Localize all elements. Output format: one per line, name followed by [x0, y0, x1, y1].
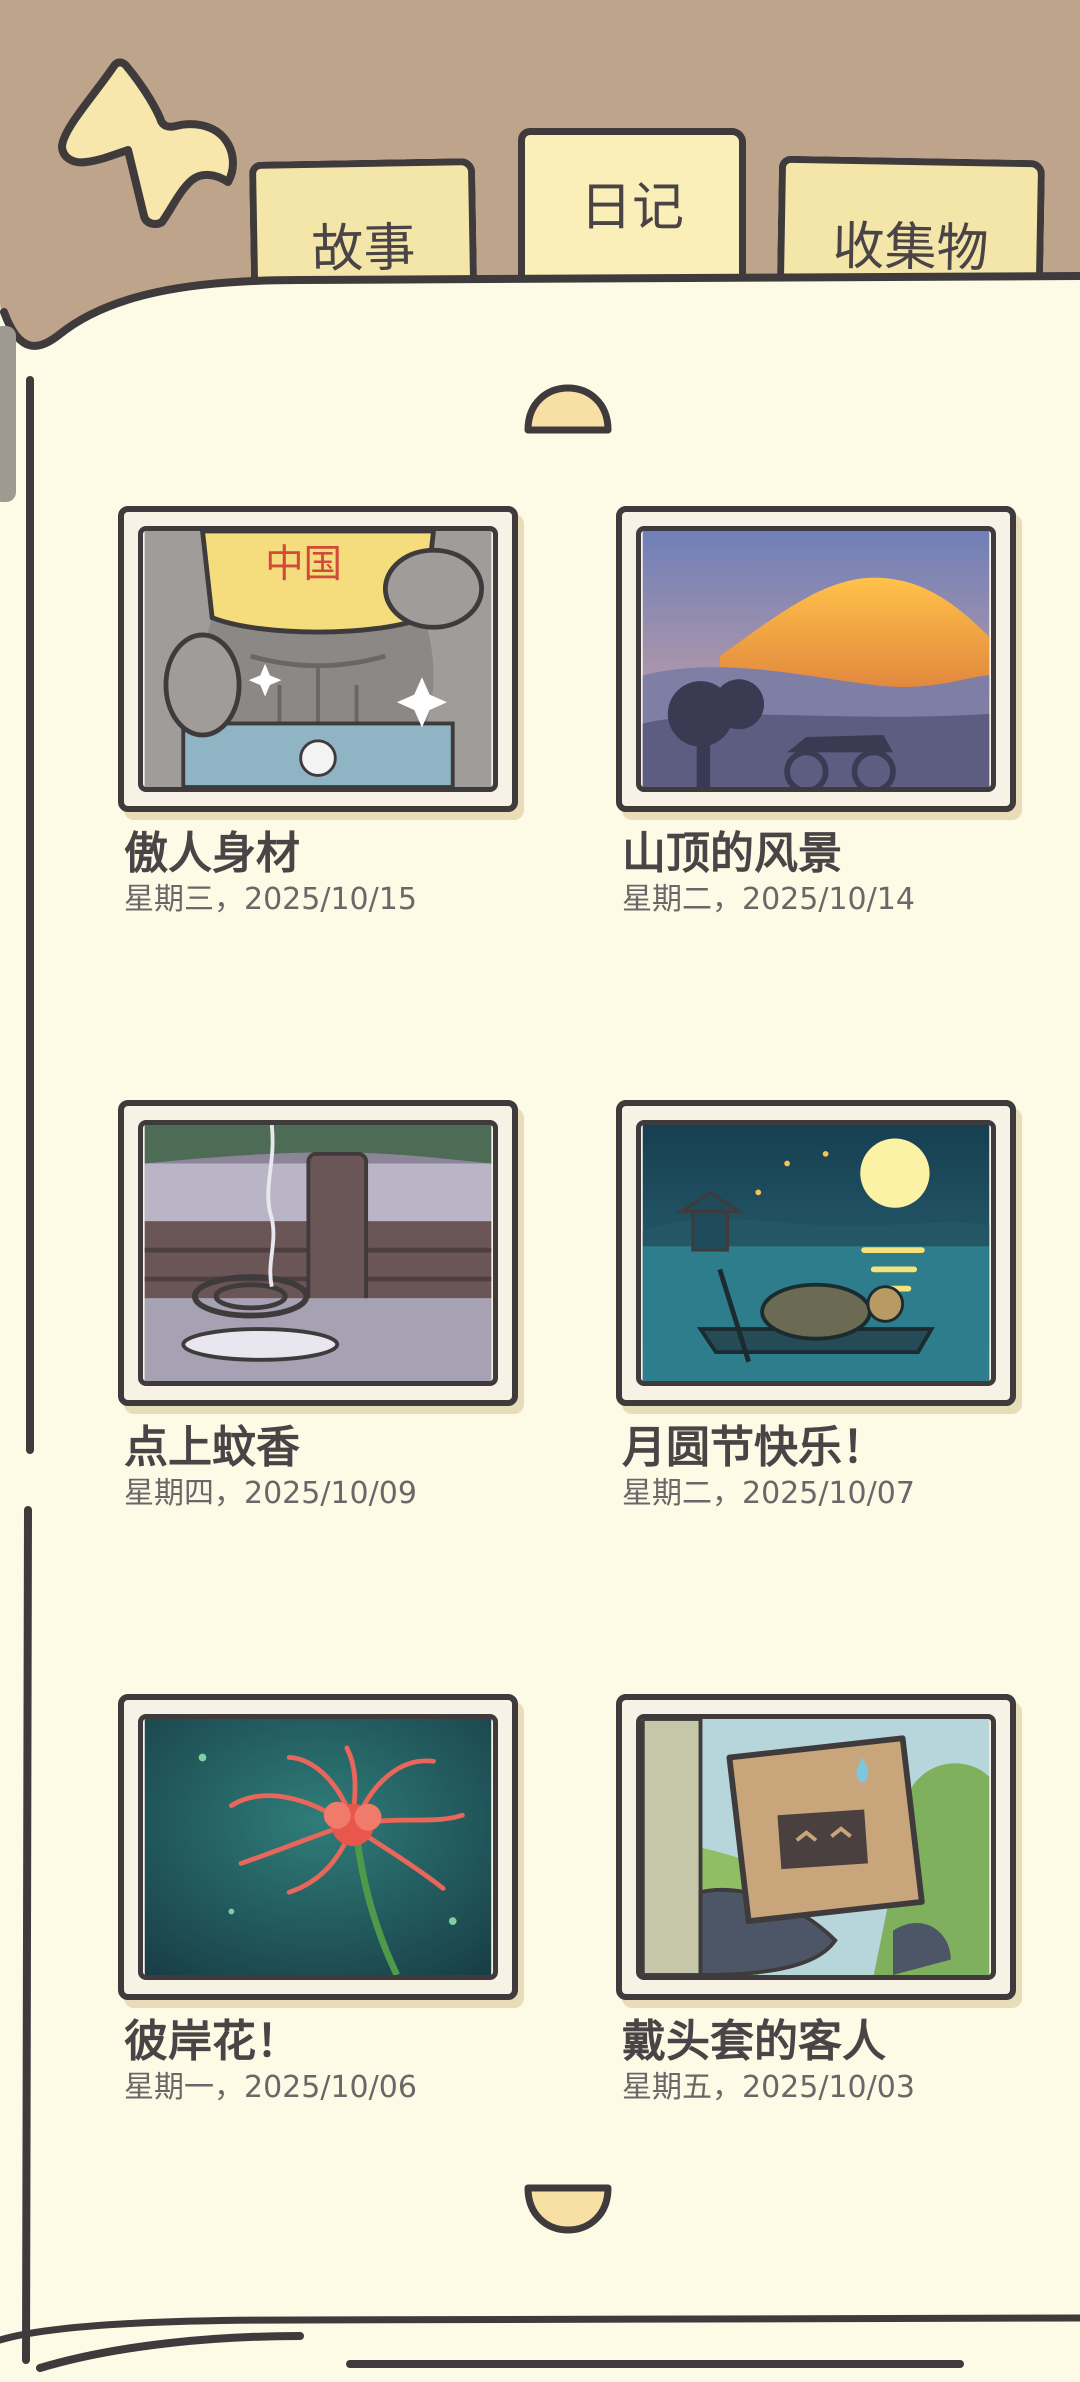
diary-entry-6[interactable]: 戴头套的客人 星期五，2025/10/03	[616, 1694, 1022, 2108]
entry-title: 戴头套的客人	[622, 2016, 886, 2067]
mountain-sunset-image	[636, 526, 996, 792]
box-head-guest-image	[636, 1714, 996, 1980]
diary-entry-5[interactable]: 彼岸花！ 星期一，2025/10/06	[118, 1694, 524, 2108]
entry-picture-frame	[616, 506, 1016, 812]
entry-date: 星期三，2025/10/15	[124, 882, 417, 917]
entry-date: 星期二，2025/10/07	[622, 1476, 915, 1511]
entry-title: 傲人身材	[124, 828, 300, 879]
entry-date: 星期五，2025/10/03	[622, 2070, 915, 2105]
entry-title: 点上蚊香	[124, 1422, 300, 1473]
mosquito-coil-image	[138, 1120, 498, 1386]
scroll-down-knob-icon	[524, 2184, 612, 2234]
scroll-up-knob-icon	[524, 384, 612, 434]
entry-picture-frame	[118, 1100, 518, 1406]
entry-date: 星期四，2025/10/09	[124, 1476, 417, 1511]
entry-picture-frame	[616, 1694, 1016, 2000]
entry-date: 星期一，2025/10/06	[124, 2070, 417, 2105]
diary-grid: 中国 傲人身材 星期三，2025/10/15 山顶的风景 星期二，2025/10…	[0, 0, 1080, 2382]
diary-entry-3[interactable]: 点上蚊香 星期四，2025/10/09	[118, 1100, 524, 1514]
svg-text:中国: 中国	[265, 542, 342, 587]
entry-title: 彼岸花！	[124, 2016, 300, 2067]
entry-picture-frame: 中国	[118, 506, 518, 812]
diary-screen: 故事 日记 收集物 中国 傲人身材 星期三，2025/10/15 山顶的风景 星…	[0, 0, 1080, 2382]
scroll-down-button[interactable]	[522, 2180, 614, 2236]
entry-picture-frame	[616, 1100, 1016, 1406]
cat-showing-abs-image: 中国	[138, 526, 498, 792]
diary-entry-2[interactable]: 山顶的风景 星期二，2025/10/14	[616, 506, 1022, 920]
scroll-up-button[interactable]	[522, 382, 614, 438]
entry-title: 山顶的风景	[622, 828, 842, 879]
entry-date: 星期二，2025/10/14	[622, 882, 915, 917]
diary-entry-1[interactable]: 中国 傲人身材 星期三，2025/10/15	[118, 506, 524, 920]
full-moon-lake-image	[636, 1120, 996, 1386]
entry-title: 月圆节快乐！	[622, 1422, 886, 1473]
diary-entry-4[interactable]: 月圆节快乐！ 星期二，2025/10/07	[616, 1100, 1022, 1514]
red-spider-lily-image	[138, 1714, 498, 1980]
entry-picture-frame	[118, 1694, 518, 2000]
